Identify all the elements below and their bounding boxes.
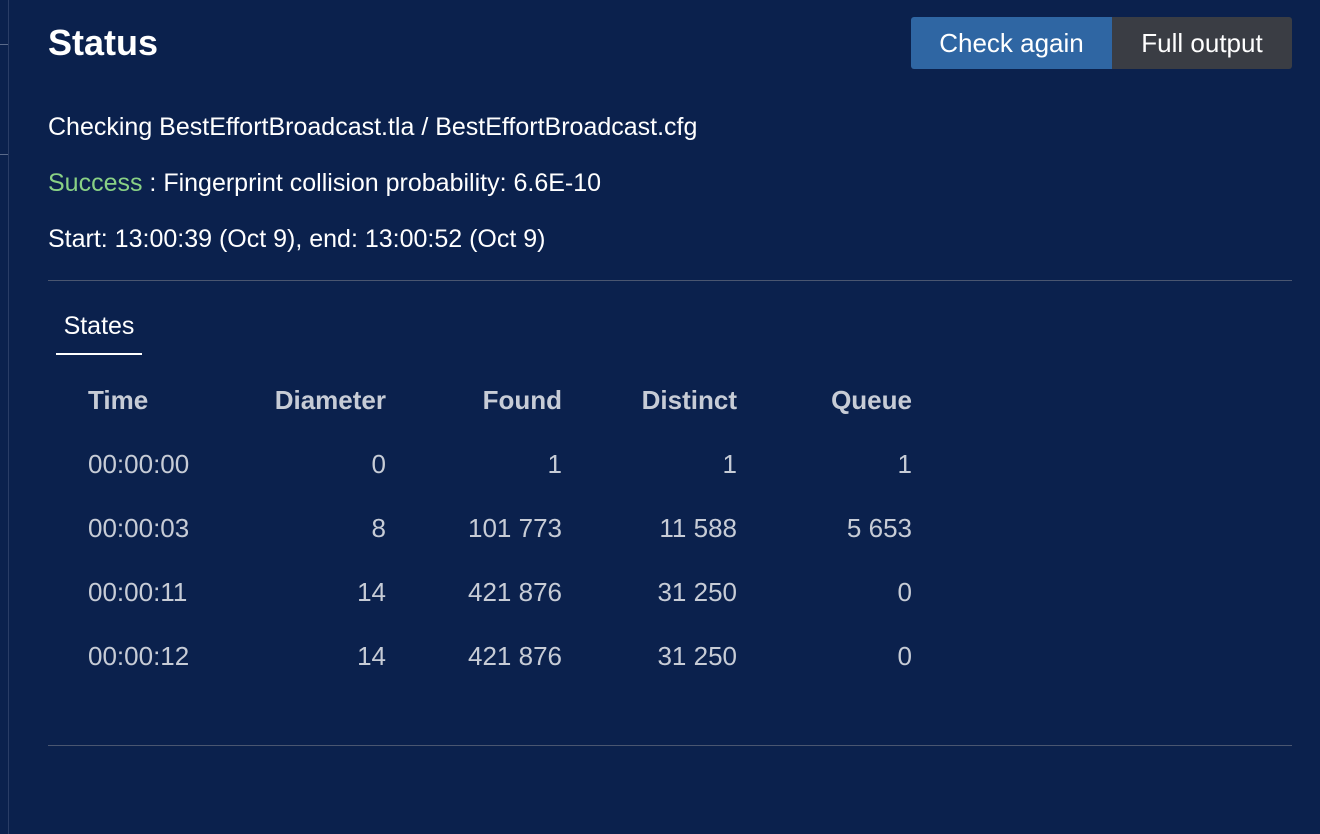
distinct-cell: 31 250 [657, 641, 737, 671]
time-cell: 00:00:00 [88, 449, 190, 479]
queue-cell: 1 [897, 449, 912, 479]
found-cell: 421 876 [468, 641, 562, 671]
timing-text: Start: 13:00:39 (Oct 9), end: 13:00:52 (… [48, 225, 546, 253]
column-header-found: Found [482, 385, 562, 415]
column-header-distinct: Distinct [641, 385, 737, 415]
success-label: Success [48, 169, 143, 197]
distinct-cell: 1 [722, 449, 737, 479]
panel-edge [8, 0, 9, 834]
divider [48, 745, 1292, 746]
time-cell: 00:00:12 [88, 641, 190, 671]
diameter-cell: 0 [371, 449, 386, 479]
diameter-cell: 8 [371, 513, 386, 543]
diameter-cell: 14 [357, 641, 386, 671]
queue-cell: 0 [897, 641, 912, 671]
full-output-button[interactable]: Full output [1112, 17, 1292, 69]
divider [48, 280, 1292, 281]
time-cell: 00:00:03 [88, 513, 190, 543]
panel-edge-tick [0, 44, 8, 45]
result-detail: : Fingerprint collision probability: 6.6… [142, 169, 602, 197]
result-line: Success : Fingerprint collision probabil… [48, 169, 601, 198]
page-title: Status [48, 22, 159, 63]
found-cell: 1 [547, 449, 562, 479]
distinct-cell: 31 250 [657, 577, 737, 607]
tab-states[interactable]: States [56, 309, 142, 355]
checking-text: Checking BestEffortBroadcast.tla / BestE… [48, 113, 698, 141]
found-cell: 421 876 [468, 577, 562, 607]
queue-cell: 5 653 [846, 513, 912, 543]
check-again-button[interactable]: Check again [911, 17, 1112, 69]
column-header-queue: Queue [831, 385, 912, 415]
status-panel: Status Check again Full output Checking … [0, 0, 1320, 834]
time-cell: 00:00:11 [88, 577, 188, 607]
column-header-time: Time [88, 385, 149, 415]
panel-edge-tick [0, 154, 8, 155]
column-header-diameter: Diameter [274, 385, 386, 415]
distinct-cell: 11 588 [659, 513, 737, 543]
found-cell: 101 773 [468, 513, 562, 543]
queue-cell: 0 [897, 577, 912, 607]
diameter-cell: 14 [357, 577, 386, 607]
